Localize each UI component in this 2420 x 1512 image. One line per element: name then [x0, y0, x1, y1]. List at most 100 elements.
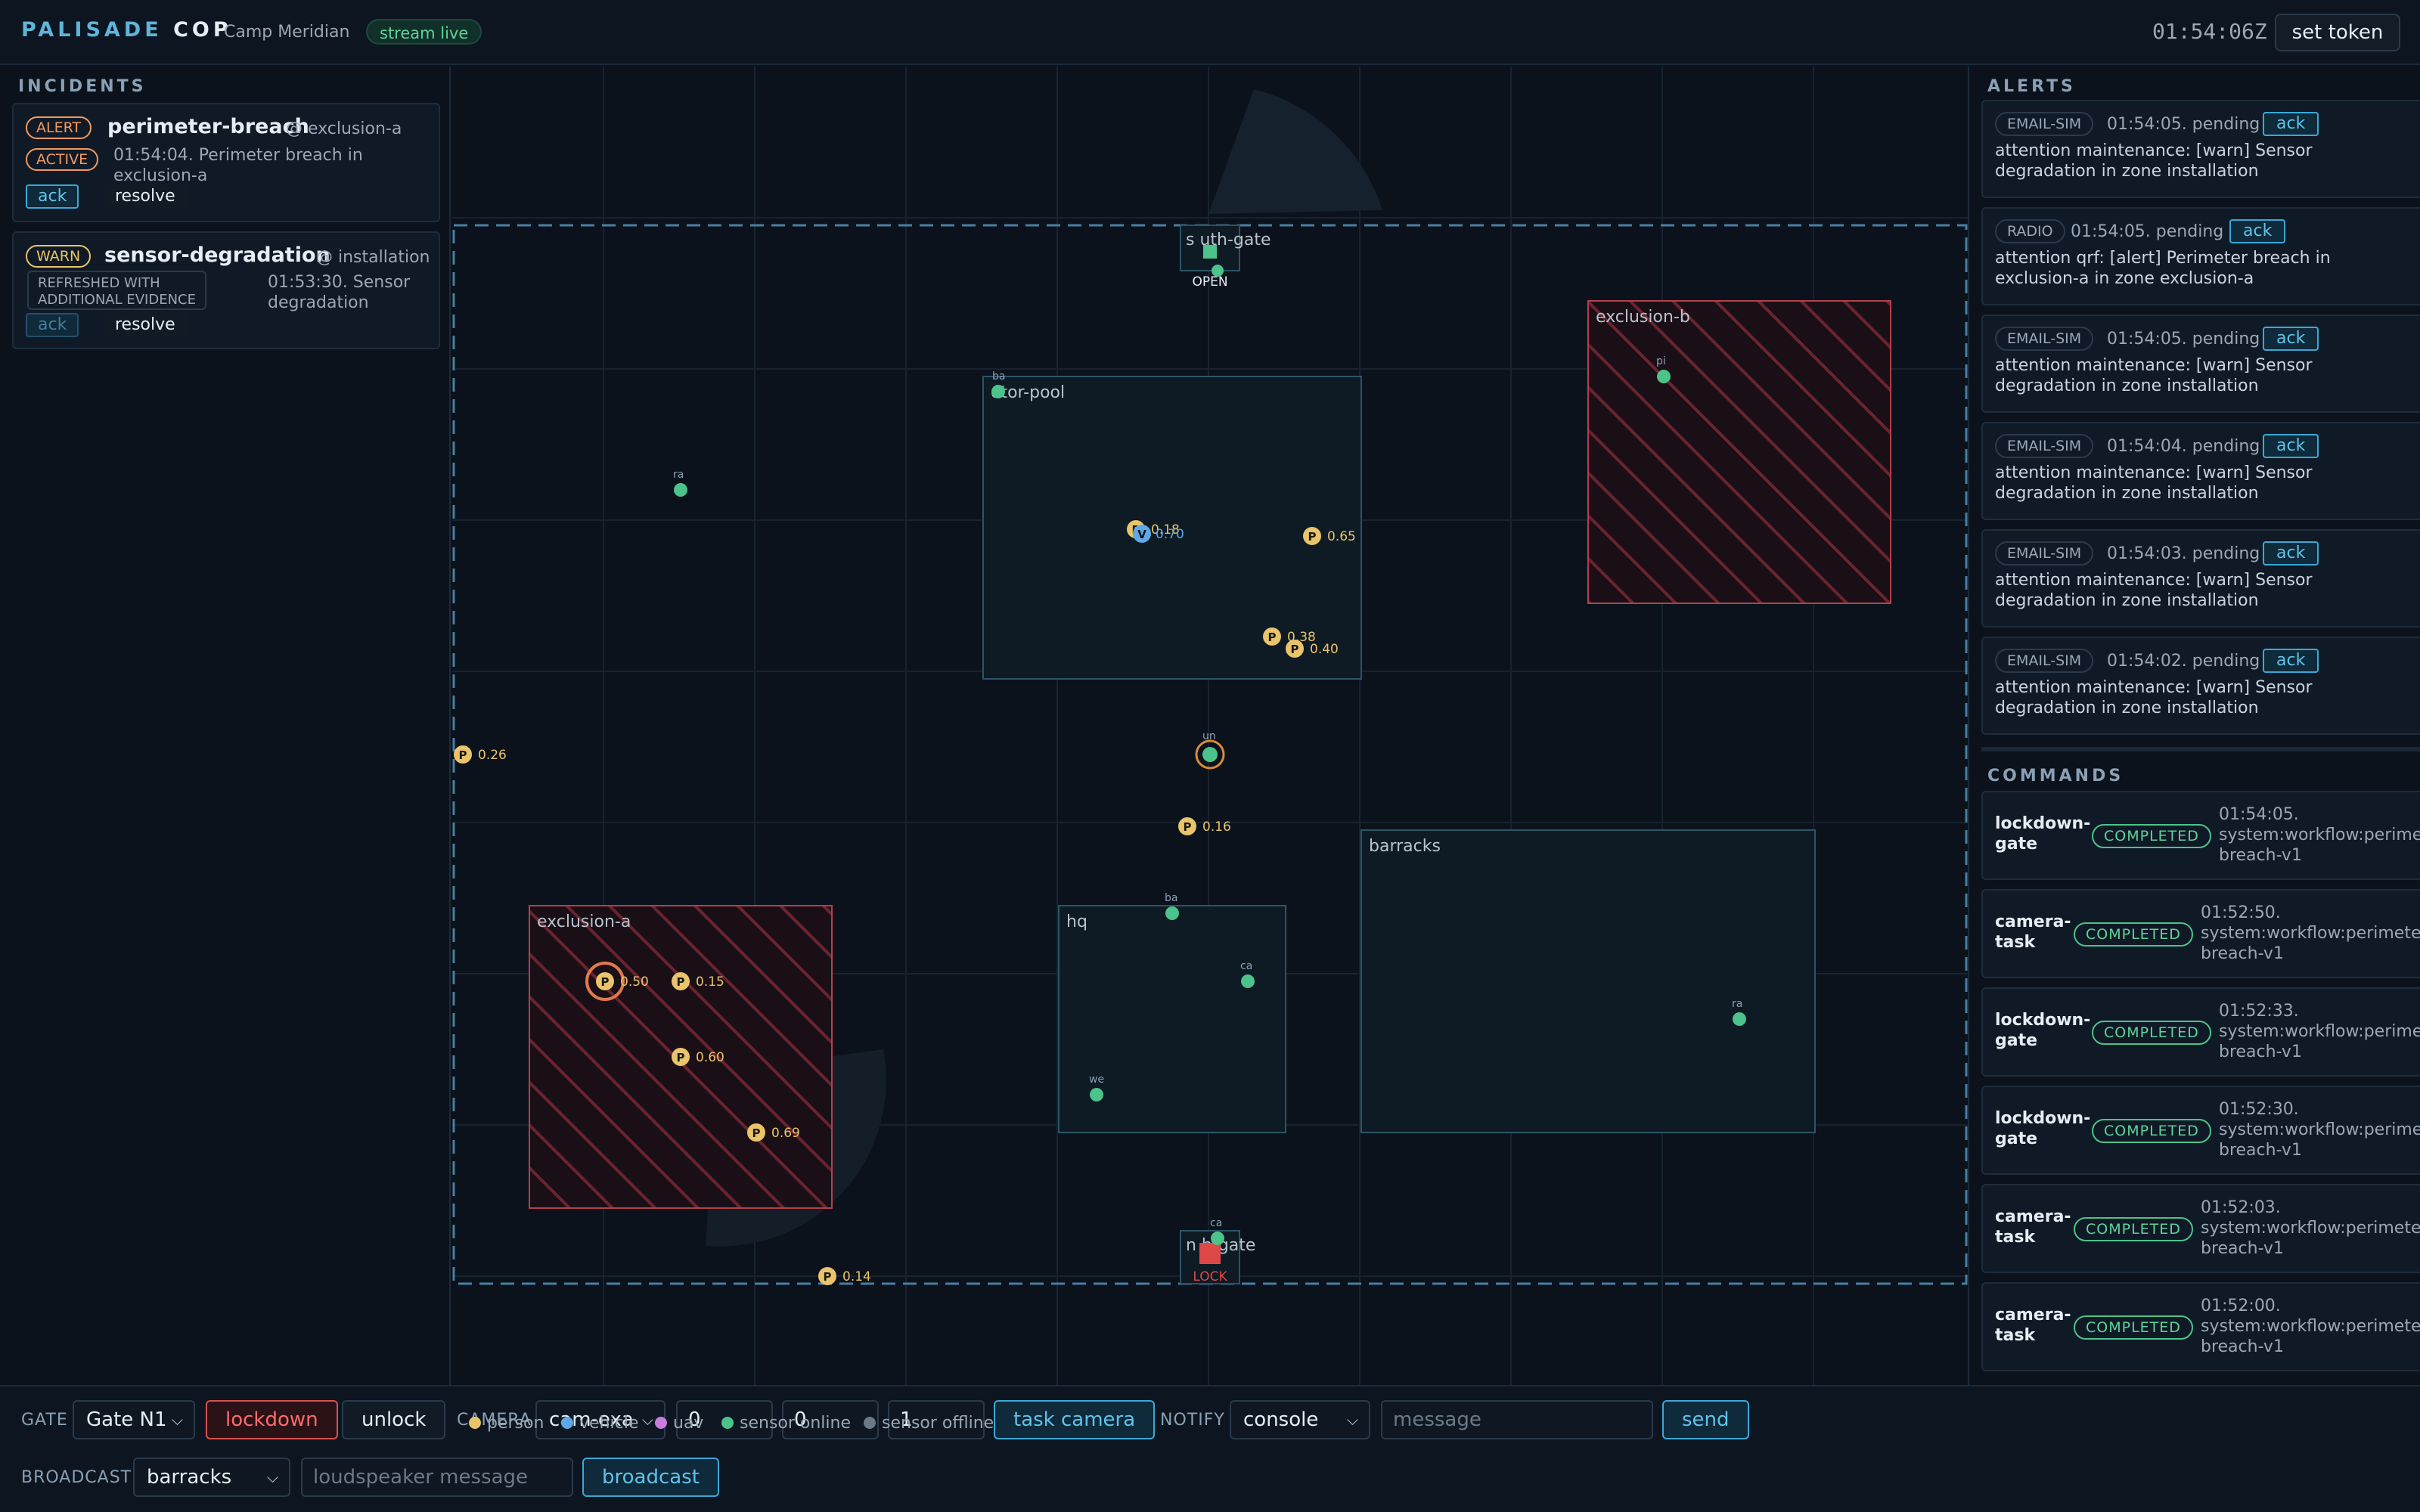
alert-card[interactable]: EMAIL-SIM 01:54:05. pending ack attentio… [1981, 314, 2420, 413]
unlock-button[interactable]: unlock [342, 1400, 446, 1439]
incident-card-perimeter-breach[interactable]: ALERT perimeter-breach @ exclusion-a ACT… [12, 103, 440, 222]
alert-card[interactable]: EMAIL-SIM 01:54:05. pending ack attentio… [1981, 100, 2420, 198]
svg-text:P: P [1268, 631, 1277, 644]
svg-text:0.40: 0.40 [1310, 642, 1339, 657]
alert-ack-button[interactable]: ack [2263, 434, 2319, 458]
zone-label-barracks: barracks [1369, 837, 1441, 856]
command-status-badge: COMPLETED [2092, 1119, 2211, 1143]
legend-vehicle: vehicle [561, 1414, 638, 1433]
incidents-panel: INCIDENTS ALERT perimeter-breach @ exclu… [0, 67, 451, 1385]
command-card[interactable]: lockdown-gate COMPLETED 01:52:33. system:… [1981, 987, 2420, 1077]
svg-text:P: P [1291, 643, 1299, 656]
svg-text:P: P [601, 975, 610, 989]
map-canvas[interactable]: exclusion-a exclusion-b otor-pool hq bar… [452, 67, 1968, 1385]
south-gate-state: OPEN [1192, 274, 1227, 290]
south-gate-marker[interactable] [1203, 245, 1217, 259]
command-status-badge: COMPLETED [2074, 922, 2193, 947]
task-camera-button[interactable]: task camera [994, 1400, 1156, 1439]
svg-text:0.60: 0.60 [696, 1050, 724, 1065]
person-track[interactable]: P 0.26 [454, 745, 507, 764]
incident-ack-button[interactable]: ack [26, 184, 79, 209]
gate-select[interactable]: Gate N1 ⌵ [73, 1400, 195, 1439]
incident-ack-button[interactable]: ack [26, 313, 79, 337]
person-track[interactable]: P 0.60 [672, 1048, 724, 1066]
chevron-down-icon: ⌵ [266, 1468, 278, 1486]
svg-text:we: we [1089, 1074, 1104, 1086]
person-track[interactable]: P 0.69 [747, 1123, 800, 1142]
command-card[interactable]: camera-task COMPLETED 01:52:03. system:wo… [1981, 1184, 2420, 1273]
broadcast-button[interactable]: broadcast [582, 1458, 719, 1497]
command-detail: 01:52:03. system:workflow:perimeter-breac… [2201, 1198, 2420, 1258]
chevron-down-icon: ⌵ [1346, 1411, 1358, 1429]
alert-ack-button[interactable]: ack [2263, 649, 2319, 673]
person-track[interactable]: P 0.15 [672, 972, 724, 990]
notify-select[interactable]: console ⌵ [1230, 1400, 1370, 1439]
alert-card[interactable]: RADIO 01:54:05. pending ack attention qr… [1981, 207, 2420, 305]
alert-text: attention maintenance: [warn] Sensor deg… [1995, 356, 2313, 395]
send-button[interactable]: send [1662, 1400, 1749, 1439]
svg-text:P: P [459, 748, 467, 762]
incident-zone: @ exclusion-a [286, 119, 402, 138]
command-card[interactable]: camera-task COMPLETED 01:52:00. system:wo… [1981, 1282, 2420, 1371]
alert-ack-button[interactable]: ack [2263, 541, 2319, 565]
alert-card[interactable]: EMAIL-SIM 01:54:03. pending ack attentio… [1981, 529, 2420, 627]
set-token-button[interactable]: set token [2275, 14, 2400, 51]
alert-card[interactable]: EMAIL-SIM 01:54:02. pending ack attentio… [1981, 637, 2420, 735]
incident-summary-line2: exclusion-a [113, 166, 208, 185]
alert-ack-button[interactable]: ack [2263, 112, 2319, 136]
loudspeaker-message-input[interactable] [301, 1458, 573, 1497]
incident-resolve-button[interactable]: resolve [103, 313, 188, 337]
alert-channel-badge: RADIO [1995, 219, 2065, 243]
person-track[interactable]: P 0.16 [1178, 817, 1231, 835]
alert-ack-button[interactable]: ack [2229, 219, 2286, 243]
command-name: lockdown-gate [1995, 1011, 2091, 1050]
alert-channel-badge: EMAIL-SIM [1995, 541, 2094, 565]
incident-title: perimeter-breach [107, 115, 309, 138]
alert-text: attention maintenance: [warn] Sensor deg… [1995, 571, 2313, 610]
north-gate-state: LOCK [1193, 1269, 1227, 1284]
stream-status-badge: stream live [366, 19, 482, 45]
command-card[interactable]: lockdown-gate COMPLETED 01:52:30. system:… [1981, 1086, 2420, 1175]
command-card[interactable]: lockdown-gate COMPLETED 01:54:05. system:… [1981, 791, 2420, 880]
person-track[interactable]: P 0.14 [818, 1267, 871, 1285]
refreshed-badge-line1: REFRESHED WITH [38, 275, 160, 291]
refreshed-badge: REFRESHED WITH ADDITIONAL EVIDENCE [27, 271, 206, 310]
incident-resolve-button[interactable]: resolve [103, 184, 188, 209]
message-input[interactable] [1381, 1400, 1653, 1439]
sensor-offline-dot-icon [864, 1417, 876, 1429]
person-dot-icon [469, 1417, 481, 1429]
svg-text:P: P [1308, 530, 1317, 544]
lockdown-button[interactable]: lockdown [206, 1400, 338, 1439]
zone-barracks[interactable] [1360, 829, 1816, 1133]
north-gate-marker[interactable] [1199, 1243, 1221, 1264]
alert-card[interactable]: EMAIL-SIM 01:54:04. pending ack attentio… [1981, 422, 2420, 520]
command-card[interactable]: camera-task COMPLETED 01:52:50. system:wo… [1981, 889, 2420, 978]
alert-text: attention maintenance: [warn] Sensor deg… [1995, 463, 2313, 503]
zone-exclusion-b[interactable] [1587, 300, 1891, 604]
incident-title: sensor-degradation [104, 243, 330, 267]
alert-channel-badge: EMAIL-SIM [1995, 434, 2094, 458]
vehicle-track[interactable]: V 0.70 [1133, 525, 1184, 543]
sensor-marker[interactable]: ra [673, 469, 687, 497]
svg-text:0.69: 0.69 [771, 1126, 800, 1141]
camera-fov-north [1208, 89, 1382, 214]
alert-time: 01:54:05. pending [2107, 330, 2260, 349]
sensor-marker[interactable] [1212, 265, 1224, 277]
svg-text:0.15: 0.15 [696, 974, 724, 990]
command-detail: 01:54:05.system:workflow:perimeter-breac… [2219, 805, 2420, 865]
person-track[interactable]: P 0.40 [1286, 640, 1339, 658]
refreshed-badge-line2: ADDITIONAL EVIDENCE [38, 292, 196, 308]
command-detail: 01:52:00. system:workflow:perimeter-breac… [2201, 1297, 2420, 1356]
person-track[interactable]: P 0.65 [1303, 527, 1356, 545]
utc-clock: 01:54:06Z [2152, 19, 2267, 44]
site-map[interactable]: exclusion-a exclusion-b otor-pool hq bar… [452, 67, 1968, 1385]
incident-card-sensor-degradation[interactable]: WARN sensor-degradation @ installation R… [12, 231, 440, 349]
alert-time: 01:54:05. pending [2071, 222, 2224, 241]
command-status-badge: COMPLETED [2074, 1315, 2193, 1340]
alert-time: 01:54:02. pending [2107, 652, 2260, 671]
broadcast-label: BROADCAST [21, 1468, 132, 1487]
broadcast-zone-select[interactable]: barracks ⌵ [133, 1458, 290, 1497]
svg-text:ra: ra [1732, 998, 1742, 1010]
sensor-marker-unknown[interactable]: un [1195, 730, 1225, 770]
alert-ack-button[interactable]: ack [2263, 327, 2319, 351]
